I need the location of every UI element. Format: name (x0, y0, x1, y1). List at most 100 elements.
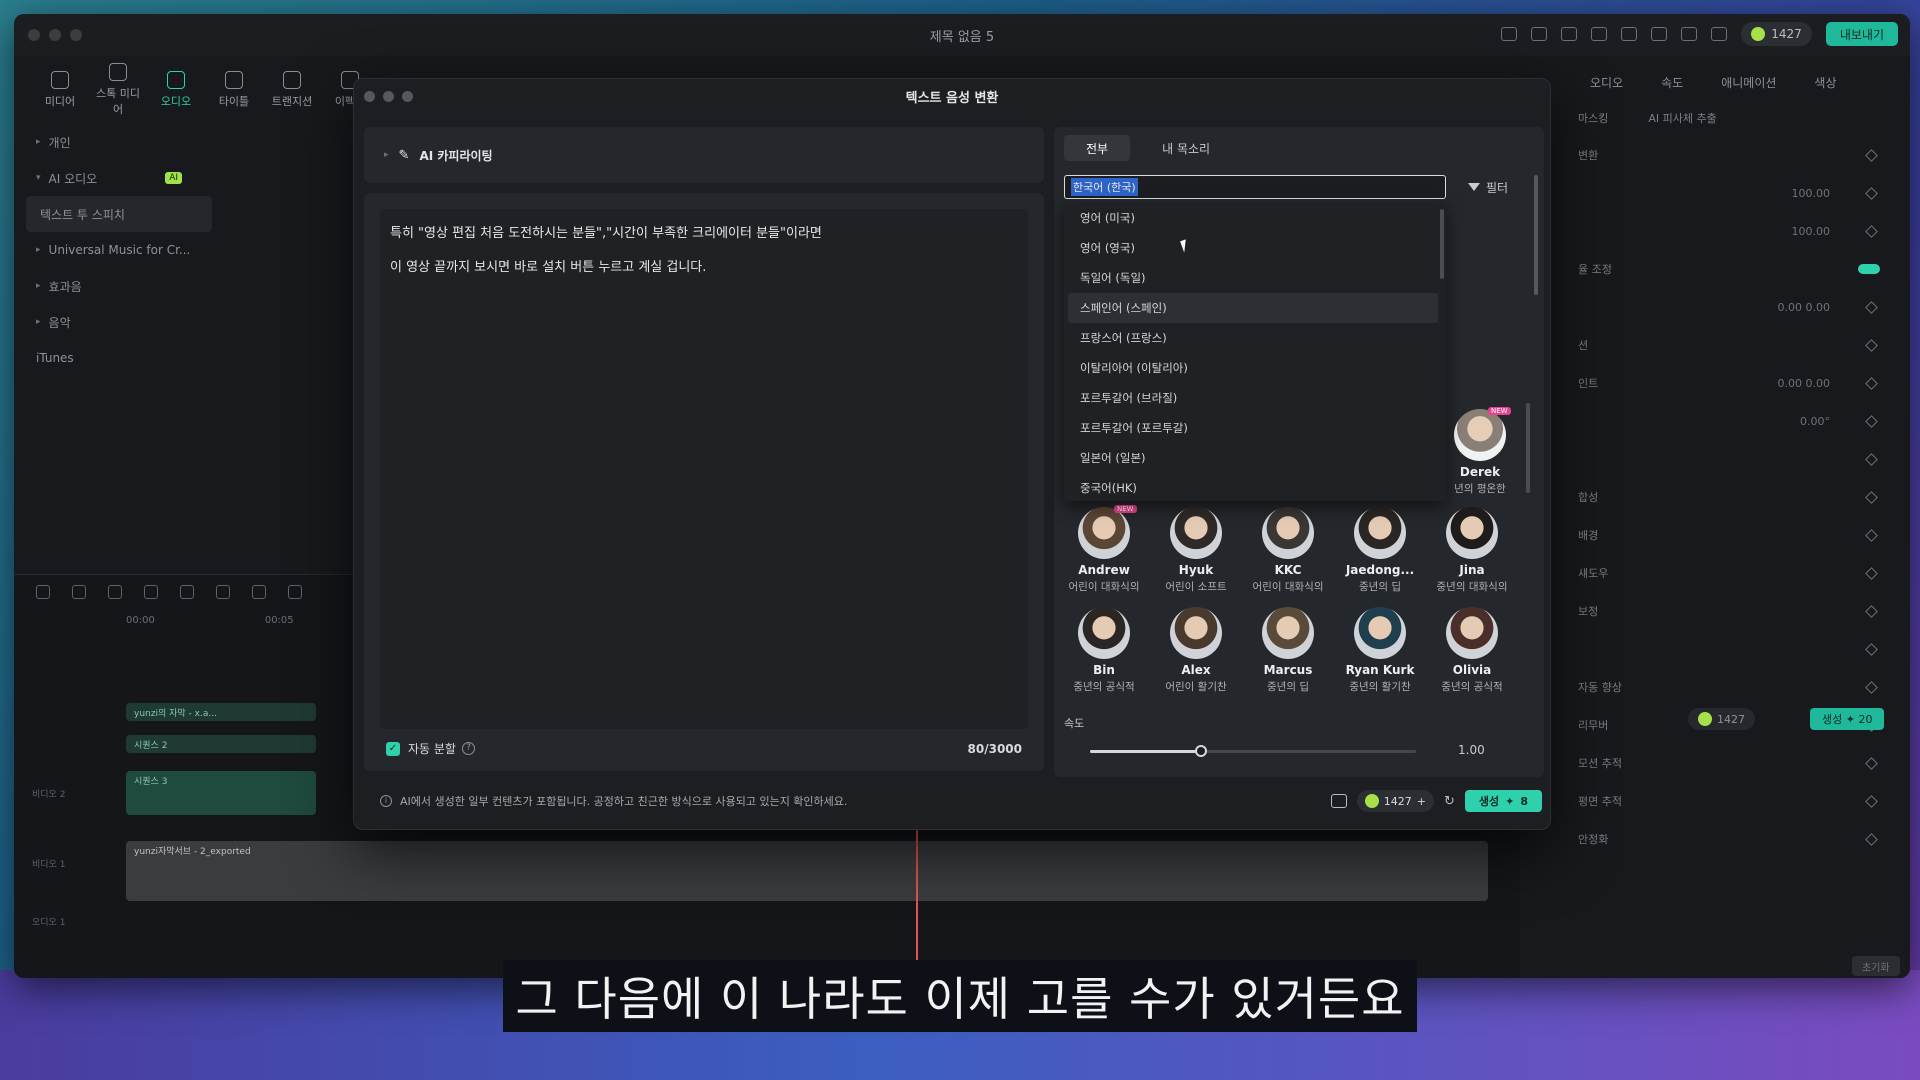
keyframe-icon[interactable] (1865, 490, 1878, 504)
redo-icon[interactable] (144, 585, 158, 599)
crop-icon[interactable] (252, 585, 266, 599)
keyframe-icon[interactable] (1865, 148, 1878, 162)
sidebar-item-universal-music[interactable]: ▸ Universal Music for Cr... (14, 232, 224, 268)
keyframe-icon[interactable] (1865, 528, 1878, 542)
inspector-row[interactable]: 션 (1520, 326, 1910, 364)
sidebar-item-music[interactable]: ▸ 음악 (14, 304, 224, 340)
tool-media[interactable]: 미디어 (34, 71, 86, 109)
voice-list-scrollbar[interactable] (1526, 403, 1530, 493)
export-button[interactable]: 내보내기 (1825, 22, 1898, 46)
inspector-row[interactable] (1520, 440, 1910, 478)
voice-card[interactable]: Olivia 중년의 공식적 (1426, 607, 1518, 707)
inspector-row[interactable]: 0.00 0.00 (1520, 288, 1910, 326)
keyframe-icon[interactable] (1865, 756, 1878, 770)
image-icon[interactable] (1330, 794, 1347, 808)
credit-balance[interactable]: 1427 (1741, 22, 1812, 46)
tool-stock-media[interactable]: 스톡 미디어 (92, 63, 144, 117)
refresh-icon[interactable]: ↻ (1444, 794, 1455, 809)
voice-card[interactable]: KKC 어린이 대화식의 (1242, 507, 1334, 607)
keyframe-icon[interactable] (1865, 832, 1878, 846)
voice-card[interactable]: Marcus 중년의 딥 (1242, 607, 1334, 707)
language-select-input[interactable]: 한국어 (한국) (1064, 175, 1446, 199)
keyframe-icon[interactable] (1865, 566, 1878, 580)
toggle-switch[interactable] (1858, 264, 1880, 274)
keyframe-icon[interactable] (1865, 376, 1878, 390)
auto-split-checkbox[interactable]: ✓ (386, 741, 400, 756)
sequence-clip[interactable]: 시퀀스 2 (126, 735, 316, 753)
inspector-row[interactable]: 자동 향상 (1520, 668, 1910, 706)
keyframe-icon[interactable] (1865, 642, 1878, 656)
voice-card[interactable]: NEW Andrew 어린이 대화식의 (1058, 505, 1150, 607)
keyframe-icon[interactable] (1865, 224, 1878, 238)
reset-button[interactable]: 초기화 (1852, 956, 1900, 976)
subtitle-clip[interactable]: yunzi의 자막 - x.a... (126, 703, 316, 721)
credit-balance[interactable]: 1427 + (1356, 790, 1434, 812)
sidebar-item-sound-effects[interactable]: ▸ 효과음 (14, 268, 224, 304)
speed-slider[interactable] (1090, 745, 1416, 757)
inspector-row[interactable]: 100.00 (1520, 174, 1910, 212)
tool-transitions[interactable]: 트랜지션 (266, 71, 318, 109)
generate-button[interactable]: 생성 ✦ 8 (1464, 790, 1542, 812)
tab-my-voice[interactable]: 내 목소리 (1140, 135, 1232, 161)
sequence-clip[interactable]: 시퀀스 3 (126, 771, 316, 815)
keyframe-icon[interactable] (1865, 300, 1878, 314)
ai-copywriting-toggle[interactable]: ▸ ✎ AI 카피라이팅 (364, 127, 1044, 183)
tab-color[interactable]: 색상 (1814, 74, 1836, 91)
voice-card[interactable]: Ryan Kurk 중년의 활기찬 (1334, 607, 1426, 707)
inspector-row[interactable]: 안정화 (1520, 820, 1910, 858)
tab-ai-cutout[interactable]: AI 피사체 추출 (1648, 110, 1716, 126)
tab-speed[interactable]: 속도 (1661, 74, 1683, 91)
inspector-row[interactable]: 변환 (1520, 136, 1910, 174)
select-icon[interactable] (72, 585, 86, 599)
voice-card[interactable]: Bin 중년의 공식적 (1058, 607, 1150, 707)
speed-slider-handle[interactable] (1194, 745, 1207, 757)
inspector-row[interactable]: 합성 (1520, 478, 1910, 516)
keyframe-icon[interactable] (1865, 414, 1878, 428)
inspector-row[interactable]: 0.00° (1520, 402, 1910, 440)
inspector-credit-balance[interactable]: 1427 (1688, 708, 1755, 730)
voice-card[interactable]: Jina 중년의 대화식의 (1426, 507, 1518, 607)
keyframe-icon[interactable] (1865, 794, 1878, 808)
tool-titles[interactable]: 타이틀 (208, 71, 260, 109)
inspector-row[interactable]: 모션 추적 (1520, 744, 1910, 782)
keyframe-icon[interactable] (1865, 604, 1878, 618)
sidebar-item-personal[interactable]: ▸ 개인 (14, 124, 224, 160)
language-option[interactable]: 이탈리아어 (이탈리아) (1064, 353, 1446, 383)
cut-icon[interactable] (216, 585, 230, 599)
script-textarea[interactable]: 특히 "영상 편집 처음 도전하시는 분들","시간이 부족한 크리에이터 분들… (380, 209, 1028, 729)
language-option[interactable]: 영어 (미국) (1064, 203, 1446, 233)
layout-icon[interactable] (36, 585, 50, 599)
delete-icon[interactable] (180, 585, 194, 599)
tab-all[interactable]: 전부 (1064, 135, 1131, 161)
gift-icon[interactable] (1501, 27, 1518, 41)
language-option[interactable]: 프랑스어 (프랑스) (1064, 323, 1446, 353)
grid-icon[interactable] (1711, 27, 1728, 41)
sidebar-item-itunes[interactable]: iTunes (14, 340, 224, 376)
save-icon[interactable] (1621, 27, 1638, 41)
language-option[interactable]: 중국어(HK) (1064, 473, 1446, 501)
inspector-row[interactable]: 배경 (1520, 516, 1910, 554)
keyframe-icon[interactable] (1865, 680, 1878, 694)
sidebar-item-ai-audio[interactable]: ▾ AI 오디오 AI (14, 160, 224, 196)
tab-audio[interactable]: 오디오 (1590, 74, 1623, 91)
language-option[interactable]: 스페인어 (스페인) (1068, 293, 1438, 323)
voice-card[interactable]: Jaedong... 중년의 딥 (1334, 507, 1426, 607)
text-icon[interactable] (288, 585, 302, 599)
language-option[interactable]: 독일어 (독일) (1064, 263, 1446, 293)
headset-icon[interactable] (1681, 27, 1698, 41)
layout-icon[interactable] (1561, 27, 1578, 41)
video-clip[interactable]: yunzi자막서브 - 2_exported (126, 841, 1488, 901)
cloud-icon[interactable] (1651, 27, 1668, 41)
help-icon[interactable]: ? (461, 742, 475, 755)
sidebar-item-text-to-speech[interactable]: 텍스트 투 스피치 (26, 196, 212, 232)
inspector-row[interactable]: 평면 추적 (1520, 782, 1910, 820)
inspector-generate-button[interactable]: 생성 ✦ 20 (1810, 708, 1885, 730)
monitor-icon[interactable] (1591, 27, 1608, 41)
filter-button[interactable]: 필터 (1456, 175, 1520, 199)
dropdown-scrollbar[interactable] (1440, 209, 1444, 279)
inspector-row[interactable]: 율 조정 (1520, 250, 1910, 288)
tool-audio[interactable]: 오디오 (150, 71, 202, 109)
keyframe-icon[interactable] (1865, 186, 1878, 200)
inspector-row[interactable] (1520, 630, 1910, 668)
voice-card[interactable]: Hyuk 어린이 소프트 (1150, 507, 1242, 607)
